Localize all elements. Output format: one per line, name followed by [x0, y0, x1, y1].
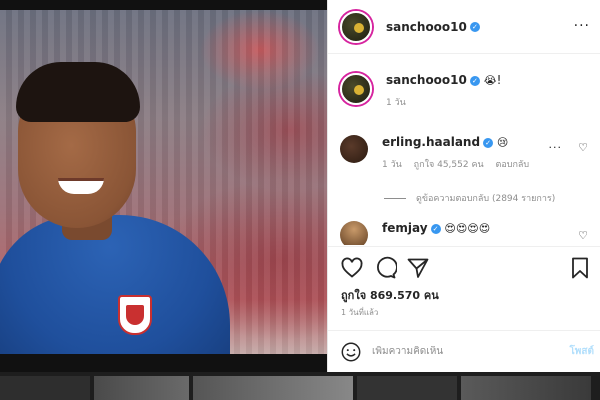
post-time[interactable]: 1 วันที่แล้ว — [341, 306, 378, 319]
caption-username[interactable]: sanchooo10 — [386, 73, 467, 87]
likes-count[interactable]: ถูกใจ 869.570 คน — [341, 286, 439, 304]
comment-input[interactable] — [372, 346, 552, 357]
caption-suffix: ! — [496, 73, 502, 87]
comment-like-heart-icon[interactable]: ♡ — [578, 141, 588, 154]
comment-age: 1 วัน — [382, 160, 402, 170]
comments-list: sanchooo10 ✓ 😭! 1 วัน erling.haaland ✓ 😢 1… — [328, 55, 600, 245]
thumbnail[interactable] — [461, 376, 591, 400]
reply-button[interactable]: ตอบกลับ — [496, 160, 530, 170]
photo-subject-hair — [16, 62, 140, 122]
verified-badge-icon: ✓ — [483, 138, 494, 148]
bottom-thumbnail-strip — [0, 372, 600, 400]
post-actions — [340, 256, 592, 282]
thumbnail[interactable] — [357, 376, 457, 400]
comment-row: erling.haaland ✓ 😢 1 วัน ถูกใจ 45,552 คน … — [340, 135, 538, 171]
author-avatar[interactable] — [340, 10, 372, 43]
caption-row: sanchooo10 ✓ 😭! 1 วัน — [340, 73, 501, 109]
comment-row: femjay ✓ 😍😍😍😍 — [340, 221, 490, 245]
comment-text: erling.haaland ✓ 😢 1 วัน ถูกใจ 45,552 คน … — [382, 135, 538, 171]
comment-like-heart-icon[interactable]: ♡ — [578, 229, 588, 242]
commenter-avatar[interactable] — [340, 135, 368, 163]
photo-bottom-band — [0, 354, 327, 372]
comment-username[interactable]: femjay — [382, 221, 428, 235]
comment-username[interactable]: erling.haaland — [382, 135, 480, 149]
comment-emoji: 😍😍😍😍 — [444, 222, 491, 235]
bookmark-icon[interactable] — [568, 256, 592, 280]
comment-likes[interactable]: ถูกใจ 45,552 คน — [414, 160, 484, 170]
replies-divider-line — [384, 197, 406, 199]
emoji-smile-icon[interactable] — [340, 341, 362, 363]
post-side-panel: sanchooo10 ✓ ··· sanchooo10 ✓ 😭! 1 วัน er… — [327, 0, 600, 372]
caption-avatar[interactable] — [340, 73, 372, 105]
comment-icon[interactable] — [373, 256, 397, 280]
comment-more-icon[interactable]: ··· — [549, 141, 563, 154]
verified-badge-icon: ✓ — [469, 76, 480, 86]
caption-text: sanchooo10 ✓ 😭! 1 วัน — [386, 73, 501, 109]
view-replies-link[interactable]: ดูข้อความตอบกลับ (2894 รายการ) — [384, 191, 555, 205]
thumbnail[interactable] — [0, 376, 90, 400]
post-photo[interactable] — [0, 10, 327, 372]
verified-badge-icon: ✓ — [430, 224, 441, 234]
heart-icon[interactable] — [340, 256, 364, 280]
commenter-avatar[interactable] — [340, 221, 368, 245]
caption-meta: 1 วัน — [386, 95, 501, 109]
avatar-detail — [354, 22, 364, 33]
caption-age: 1 วัน — [386, 98, 406, 108]
comment-meta: 1 วัน ถูกใจ 45,552 คน ตอบกลับ — [382, 157, 538, 171]
avatar-detail — [354, 85, 364, 95]
comment-text: femjay ✓ 😍😍😍😍 — [382, 221, 490, 235]
thumbnail[interactable] — [193, 376, 353, 400]
author-username[interactable]: sanchooo10 — [386, 20, 467, 34]
post-header: sanchooo10 ✓ ··· — [328, 0, 600, 54]
comment-composer: โพสต์ — [328, 330, 600, 372]
thumbnail[interactable] — [94, 376, 189, 400]
england-crest-icon — [118, 295, 152, 335]
comment-emoji: 😢 — [496, 136, 509, 149]
more-options-icon[interactable]: ··· — [574, 18, 590, 34]
share-icon[interactable] — [406, 256, 430, 280]
post-comment-button[interactable]: โพสต์ — [569, 344, 594, 359]
caption-emoji: 😭 — [483, 74, 497, 87]
actions-divider — [328, 246, 600, 247]
view-replies-label[interactable]: ดูข้อความตอบกลับ (2894 รายการ) — [416, 191, 555, 205]
verified-badge-icon: ✓ — [469, 21, 480, 32]
